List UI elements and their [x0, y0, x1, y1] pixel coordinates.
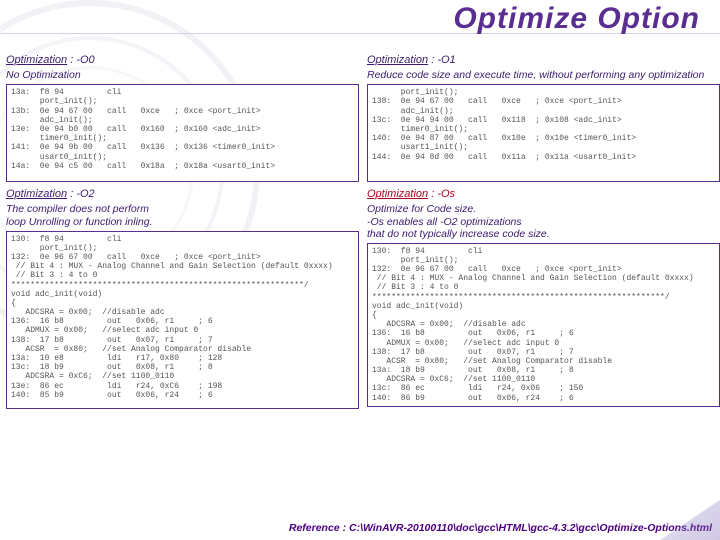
o2-label: Optimization — [6, 188, 67, 200]
os-label: Optimization — [367, 188, 428, 200]
reference-footer: Reference : C:\WinAVR-20100110\doc\gcc\H… — [0, 522, 712, 534]
corner-decoration — [660, 500, 720, 540]
page-title: Optimize Option — [453, 2, 700, 36]
o0-heading: Optimization : -O0 — [6, 54, 359, 67]
os-desc: Optimize for Code size. -Os enables all … — [367, 203, 720, 239]
o2-desc: The compiler does not perform loop Unrol… — [6, 203, 359, 227]
section-o2: Optimization : -O2 The compiler does not… — [6, 188, 359, 408]
o1-desc: Reduce code size and execute time, witho… — [367, 69, 720, 81]
os-heading: Optimization : -Os — [367, 188, 720, 201]
section-o0: Optimization : -O0 No Optimization 13a: … — [6, 54, 359, 182]
section-o1: Optimization : -O1 Reduce code size and … — [367, 54, 720, 182]
o1-code: port_init(); 138: 0e 94 67 00 call 0xce … — [367, 84, 720, 182]
o1-flag: : -O1 — [431, 54, 455, 66]
main-content: Optimization : -O0 No Optimization 13a: … — [6, 54, 720, 415]
o0-code: 13a: f8 94 cli port_init(); 13b: 0e 94 6… — [6, 84, 359, 182]
o1-heading: Optimization : -O1 — [367, 54, 720, 67]
section-os: Optimization : -Os Optimize for Code siz… — [367, 188, 720, 408]
o2-heading: Optimization : -O2 — [6, 188, 359, 201]
o0-label: Optimization — [6, 54, 67, 66]
os-flag: : -Os — [431, 188, 455, 200]
os-code: 130: f8 94 cli port_init(); 132: 0e 96 6… — [367, 243, 720, 407]
o2-code: 130: f8 94 cli port_init(); 132: 0e 96 6… — [6, 231, 359, 409]
row-2: Optimization : -O2 The compiler does not… — [6, 188, 720, 408]
o2-flag: : -O2 — [70, 188, 94, 200]
o0-desc: No Optimization — [6, 69, 359, 81]
o1-label: Optimization — [367, 54, 428, 66]
o0-flag: : -O0 — [70, 54, 94, 66]
row-1: Optimization : -O0 No Optimization 13a: … — [6, 54, 720, 182]
